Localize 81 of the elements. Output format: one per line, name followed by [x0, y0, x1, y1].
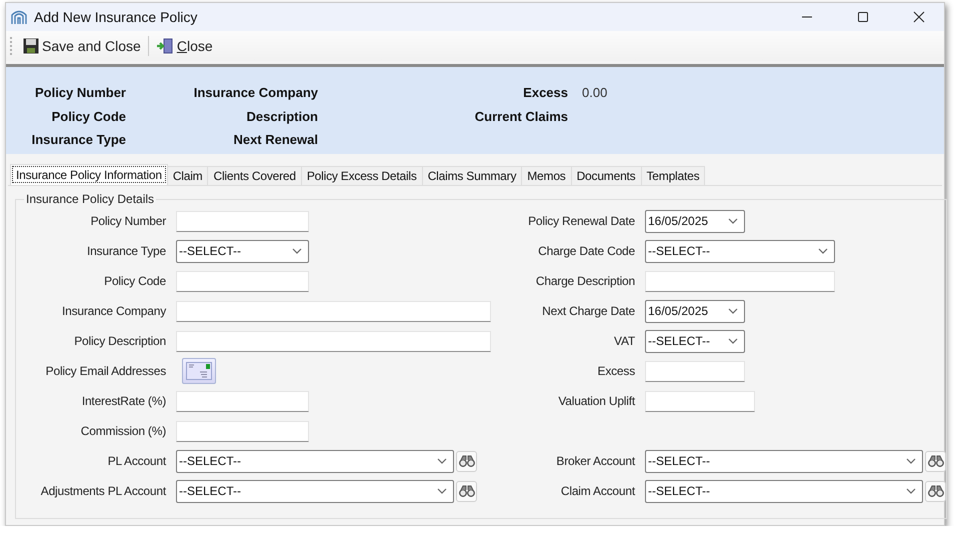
field-label: Next Charge Date — [541, 304, 635, 318]
field-label: Adjustments PL Account — [40, 484, 166, 498]
tab[interactable]: Claims Summary — [422, 166, 522, 185]
chevron-down-icon — [906, 488, 916, 494]
tab[interactable]: Templates — [640, 166, 706, 185]
field-label: InterestRate (%) — [80, 394, 166, 408]
chevron-down-icon — [292, 248, 302, 254]
dropdown[interactable]: --SELECT-- — [645, 450, 923, 472]
summary-label: Next Renewal — [232, 132, 318, 148]
tab[interactable]: Claim — [166, 166, 208, 185]
field-label: Commission (%) — [80, 424, 166, 438]
lookup-button[interactable] — [456, 450, 477, 472]
binoculars-icon — [458, 455, 474, 467]
chevron-down-icon — [906, 458, 916, 464]
field-label: Insurance Type — [86, 244, 166, 258]
binoculars-icon — [458, 485, 474, 497]
lookup-button[interactable] — [925, 480, 946, 502]
close-button[interactable]: Close — [152, 34, 216, 58]
chevron-down-icon — [728, 218, 738, 224]
summary-label: Current Claims — [474, 108, 568, 124]
field-label: Insurance Company — [61, 304, 166, 318]
field-label: PL Account — [106, 454, 166, 468]
summary-label: Description — [245, 108, 318, 124]
text-field[interactable] — [645, 270, 835, 292]
arch-icon — [10, 9, 28, 25]
maximize-icon — [857, 11, 869, 23]
field-label: Policy Description — [73, 334, 166, 348]
summary-label: Insurance Type — [30, 132, 126, 148]
tab[interactable]: Policy Excess Details — [300, 166, 423, 185]
text-field[interactable] — [176, 390, 309, 412]
text-field[interactable] — [645, 390, 755, 412]
tab[interactable]: Documents — [570, 166, 642, 185]
chevron-down-icon — [728, 338, 738, 344]
summary-label: Excess — [522, 85, 568, 100]
binoculars-icon — [928, 455, 944, 467]
chevron-down-icon — [818, 248, 828, 254]
field-label: Policy Number — [90, 214, 166, 228]
date-picker[interactable]: 16/05/2025 — [645, 300, 745, 322]
text-field[interactable] — [176, 210, 309, 232]
dropdown[interactable]: --SELECT-- — [176, 240, 309, 262]
summary-label: Insurance Company — [192, 85, 318, 100]
field-label: Policy Code — [103, 274, 166, 288]
text-field[interactable] — [645, 360, 745, 382]
field-label: Charge Description — [534, 274, 635, 288]
email-button[interactable] — [182, 358, 216, 384]
dropdown[interactable]: --SELECT-- — [645, 480, 923, 502]
field-label: Policy Email Addresses — [44, 364, 166, 378]
field-label: VAT — [613, 334, 635, 348]
door-exit-icon — [156, 38, 174, 54]
summary-value: 0.00 — [582, 85, 608, 100]
field-label: Excess — [596, 364, 635, 378]
dropdown[interactable]: --SELECT-- — [176, 480, 454, 502]
tab[interactable]: Insurance Policy Information — [10, 164, 168, 185]
summary-label: Policy Number — [34, 85, 126, 100]
dropdown[interactable]: --SELECT-- — [645, 330, 745, 352]
field-label: Charge Date Code — [537, 244, 635, 258]
text-field[interactable] — [176, 300, 491, 322]
text-field[interactable] — [176, 270, 309, 292]
field-label: Claim Account — [560, 484, 635, 498]
chevron-down-icon — [437, 488, 447, 494]
binoculars-icon — [928, 485, 944, 497]
field-label: Policy Renewal Date — [527, 214, 635, 228]
close-icon — [913, 11, 925, 23]
field-label: Broker Account — [555, 454, 635, 468]
window-title: Add New Insurance Policy — [34, 9, 198, 25]
tab[interactable]: Clients Covered — [207, 166, 302, 185]
text-field[interactable] — [176, 420, 309, 442]
date-picker[interactable]: 16/05/2025 — [645, 210, 745, 232]
tab[interactable]: Memos — [521, 166, 572, 185]
save-and-close-button[interactable]: Save and Close — [20, 34, 144, 58]
group-title: Insurance Policy Details — [25, 192, 156, 206]
summary-label: Policy Code — [50, 108, 126, 124]
envelope-icon — [186, 362, 212, 380]
chevron-down-icon — [728, 308, 738, 314]
dropdown[interactable]: --SELECT-- — [176, 450, 454, 472]
dropdown[interactable]: --SELECT-- — [645, 240, 835, 262]
lookup-button[interactable] — [456, 480, 477, 502]
field-label: Valuation Uplift — [557, 394, 635, 408]
text-field[interactable] — [176, 330, 491, 352]
chevron-down-icon — [437, 458, 447, 464]
lookup-button[interactable] — [925, 450, 946, 472]
